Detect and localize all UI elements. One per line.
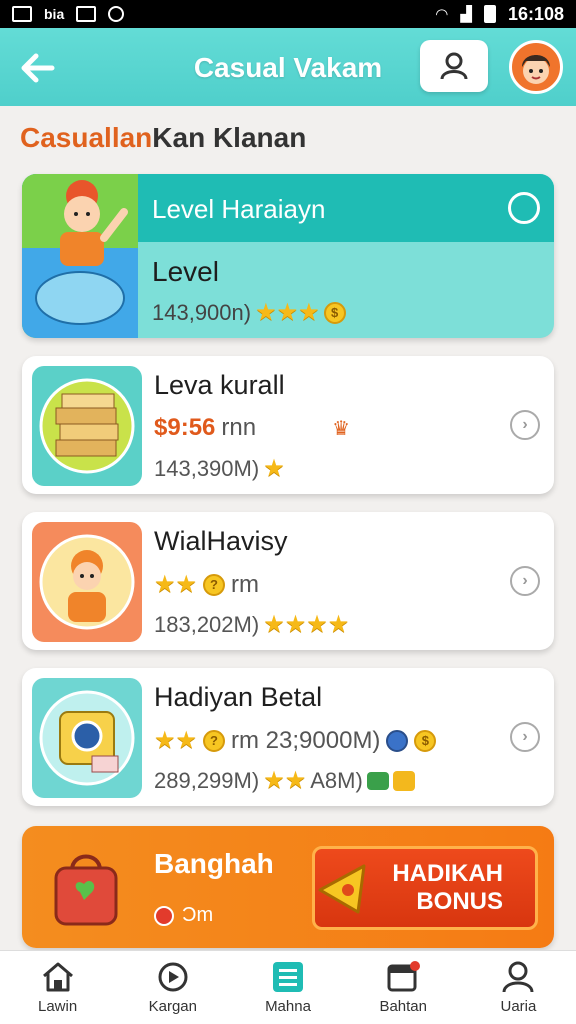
list-item[interactable]: Leva kurall $9:56 rnn ♛ 143,390M) ★ › xyxy=(22,356,554,494)
item-title: Leva kurall xyxy=(154,370,285,400)
item-stats: 289,299M) xyxy=(154,767,260,793)
alert-dot-icon xyxy=(154,905,174,926)
featured-subtitle: Level xyxy=(152,256,219,287)
item-unit: rm 23;9000M) xyxy=(231,726,381,754)
featured-header-title: Level Haraiayn xyxy=(152,194,326,224)
status-text: bia xyxy=(44,6,65,22)
coin-icon: ? xyxy=(203,573,226,596)
gift-icon xyxy=(392,770,415,791)
battery-icon xyxy=(483,5,496,23)
medal-icon xyxy=(386,729,409,752)
compass-icon xyxy=(158,962,188,992)
bottom-nav: Lawin Kargan Mahna Bahtan Uaria xyxy=(0,950,576,1024)
item-rating-row: ★★ ? rm 23;9000M) $ xyxy=(154,726,437,755)
user-icon xyxy=(440,52,468,80)
section-title: CasuallanKan Klanan xyxy=(20,122,307,153)
camera-thumbnail xyxy=(32,678,142,798)
status-bar: bia ◠ ▟ 16:108 xyxy=(0,0,576,28)
star-rating: ★★ xyxy=(154,727,198,754)
check-circle-icon[interactable] xyxy=(508,192,540,224)
triangle-badge-icon xyxy=(318,864,366,914)
bonus-banner[interactable]: Banghah Ɔm HADIKAH BONUS xyxy=(22,826,554,948)
signal-icon: ▟ xyxy=(460,6,472,23)
wifi-icon: ◠ xyxy=(435,6,449,23)
featured-stats: 143,900n) ★★★ $ xyxy=(152,298,346,327)
app-bar: Casual Vakam xyxy=(0,28,576,106)
chevron-right-icon[interactable]: › xyxy=(510,410,540,440)
item-stats: 143,390M) xyxy=(154,455,260,481)
item-stats-row: 289,299M) ★★ A8M) xyxy=(154,766,415,795)
avatar[interactable] xyxy=(509,40,563,94)
featured-character-thumbnail xyxy=(22,174,138,338)
nav-item-uaria[interactable]: Uaria xyxy=(461,951,576,1024)
star-rating: ★★ xyxy=(263,767,307,794)
nav-item-kargan[interactable]: Kargan xyxy=(115,951,230,1024)
shopping-bag-icon xyxy=(54,854,118,926)
nav-item-mahna[interactable]: Mahna xyxy=(230,951,345,1024)
featured-card[interactable]: Level Haraiayn Level 143,900n) ★★★ $ xyxy=(22,174,554,338)
clock: 16:108 xyxy=(507,3,564,24)
item-extra: A8M) xyxy=(310,767,363,793)
calendar-icon xyxy=(387,961,421,992)
item-stats-row: 143,390M) ★ xyxy=(154,454,285,483)
sync-icon xyxy=(108,6,125,22)
item-title: WialHavisy xyxy=(154,526,288,556)
bonus-title: Banghah xyxy=(154,848,274,879)
person-icon xyxy=(502,961,534,993)
star-box-icon: ★ xyxy=(263,455,285,482)
nav-item-bahtan[interactable]: Bahtan xyxy=(346,951,461,1024)
coin-icon: $ xyxy=(323,301,346,324)
item-price-row: $9:56 rnn ♛ xyxy=(154,414,350,442)
gallery-icon xyxy=(76,6,97,22)
home-icon xyxy=(42,962,73,992)
list-item[interactable]: WialHavisy ★★ ? rm 183,202M) ★★★★ › xyxy=(22,512,554,650)
character-thumbnail xyxy=(32,522,142,642)
money-stack-thumbnail xyxy=(32,366,142,486)
crown-icon: ♛ xyxy=(332,417,351,440)
chevron-right-icon[interactable]: › xyxy=(510,566,540,596)
bonus-subtitle-row: Ɔm xyxy=(154,904,213,927)
item-stats: 183,202M) xyxy=(154,611,260,637)
item-unit: rnn xyxy=(221,414,257,441)
avatar-face-icon xyxy=(522,55,550,84)
coin-icon: $ xyxy=(414,729,437,752)
list-item[interactable]: Hadiyan Betal ★★ ? rm 23;9000M) $ 289,29… xyxy=(22,668,554,806)
star-rating: ★★ xyxy=(154,571,198,598)
profile-button[interactable] xyxy=(420,40,488,92)
coin-icon: ? xyxy=(203,729,226,752)
nav-item-lawin[interactable]: Lawin xyxy=(0,951,115,1024)
item-title: Hadiyan Betal xyxy=(154,682,323,712)
item-unit: rm xyxy=(231,570,260,598)
cash-icon xyxy=(366,771,389,790)
star-rating: ★★★★ xyxy=(263,611,350,638)
item-rating-row: ★★ ? rm xyxy=(154,570,259,599)
photo-icon xyxy=(12,6,32,22)
star-rating: ★★★ xyxy=(255,299,320,326)
chevron-right-icon[interactable]: › xyxy=(510,722,540,752)
item-stats-row: 183,202M) ★★★★ xyxy=(154,610,349,639)
item-price: $9:56 xyxy=(154,414,216,441)
list-icon xyxy=(273,962,303,992)
app-title: Casual Vakam xyxy=(193,52,383,83)
